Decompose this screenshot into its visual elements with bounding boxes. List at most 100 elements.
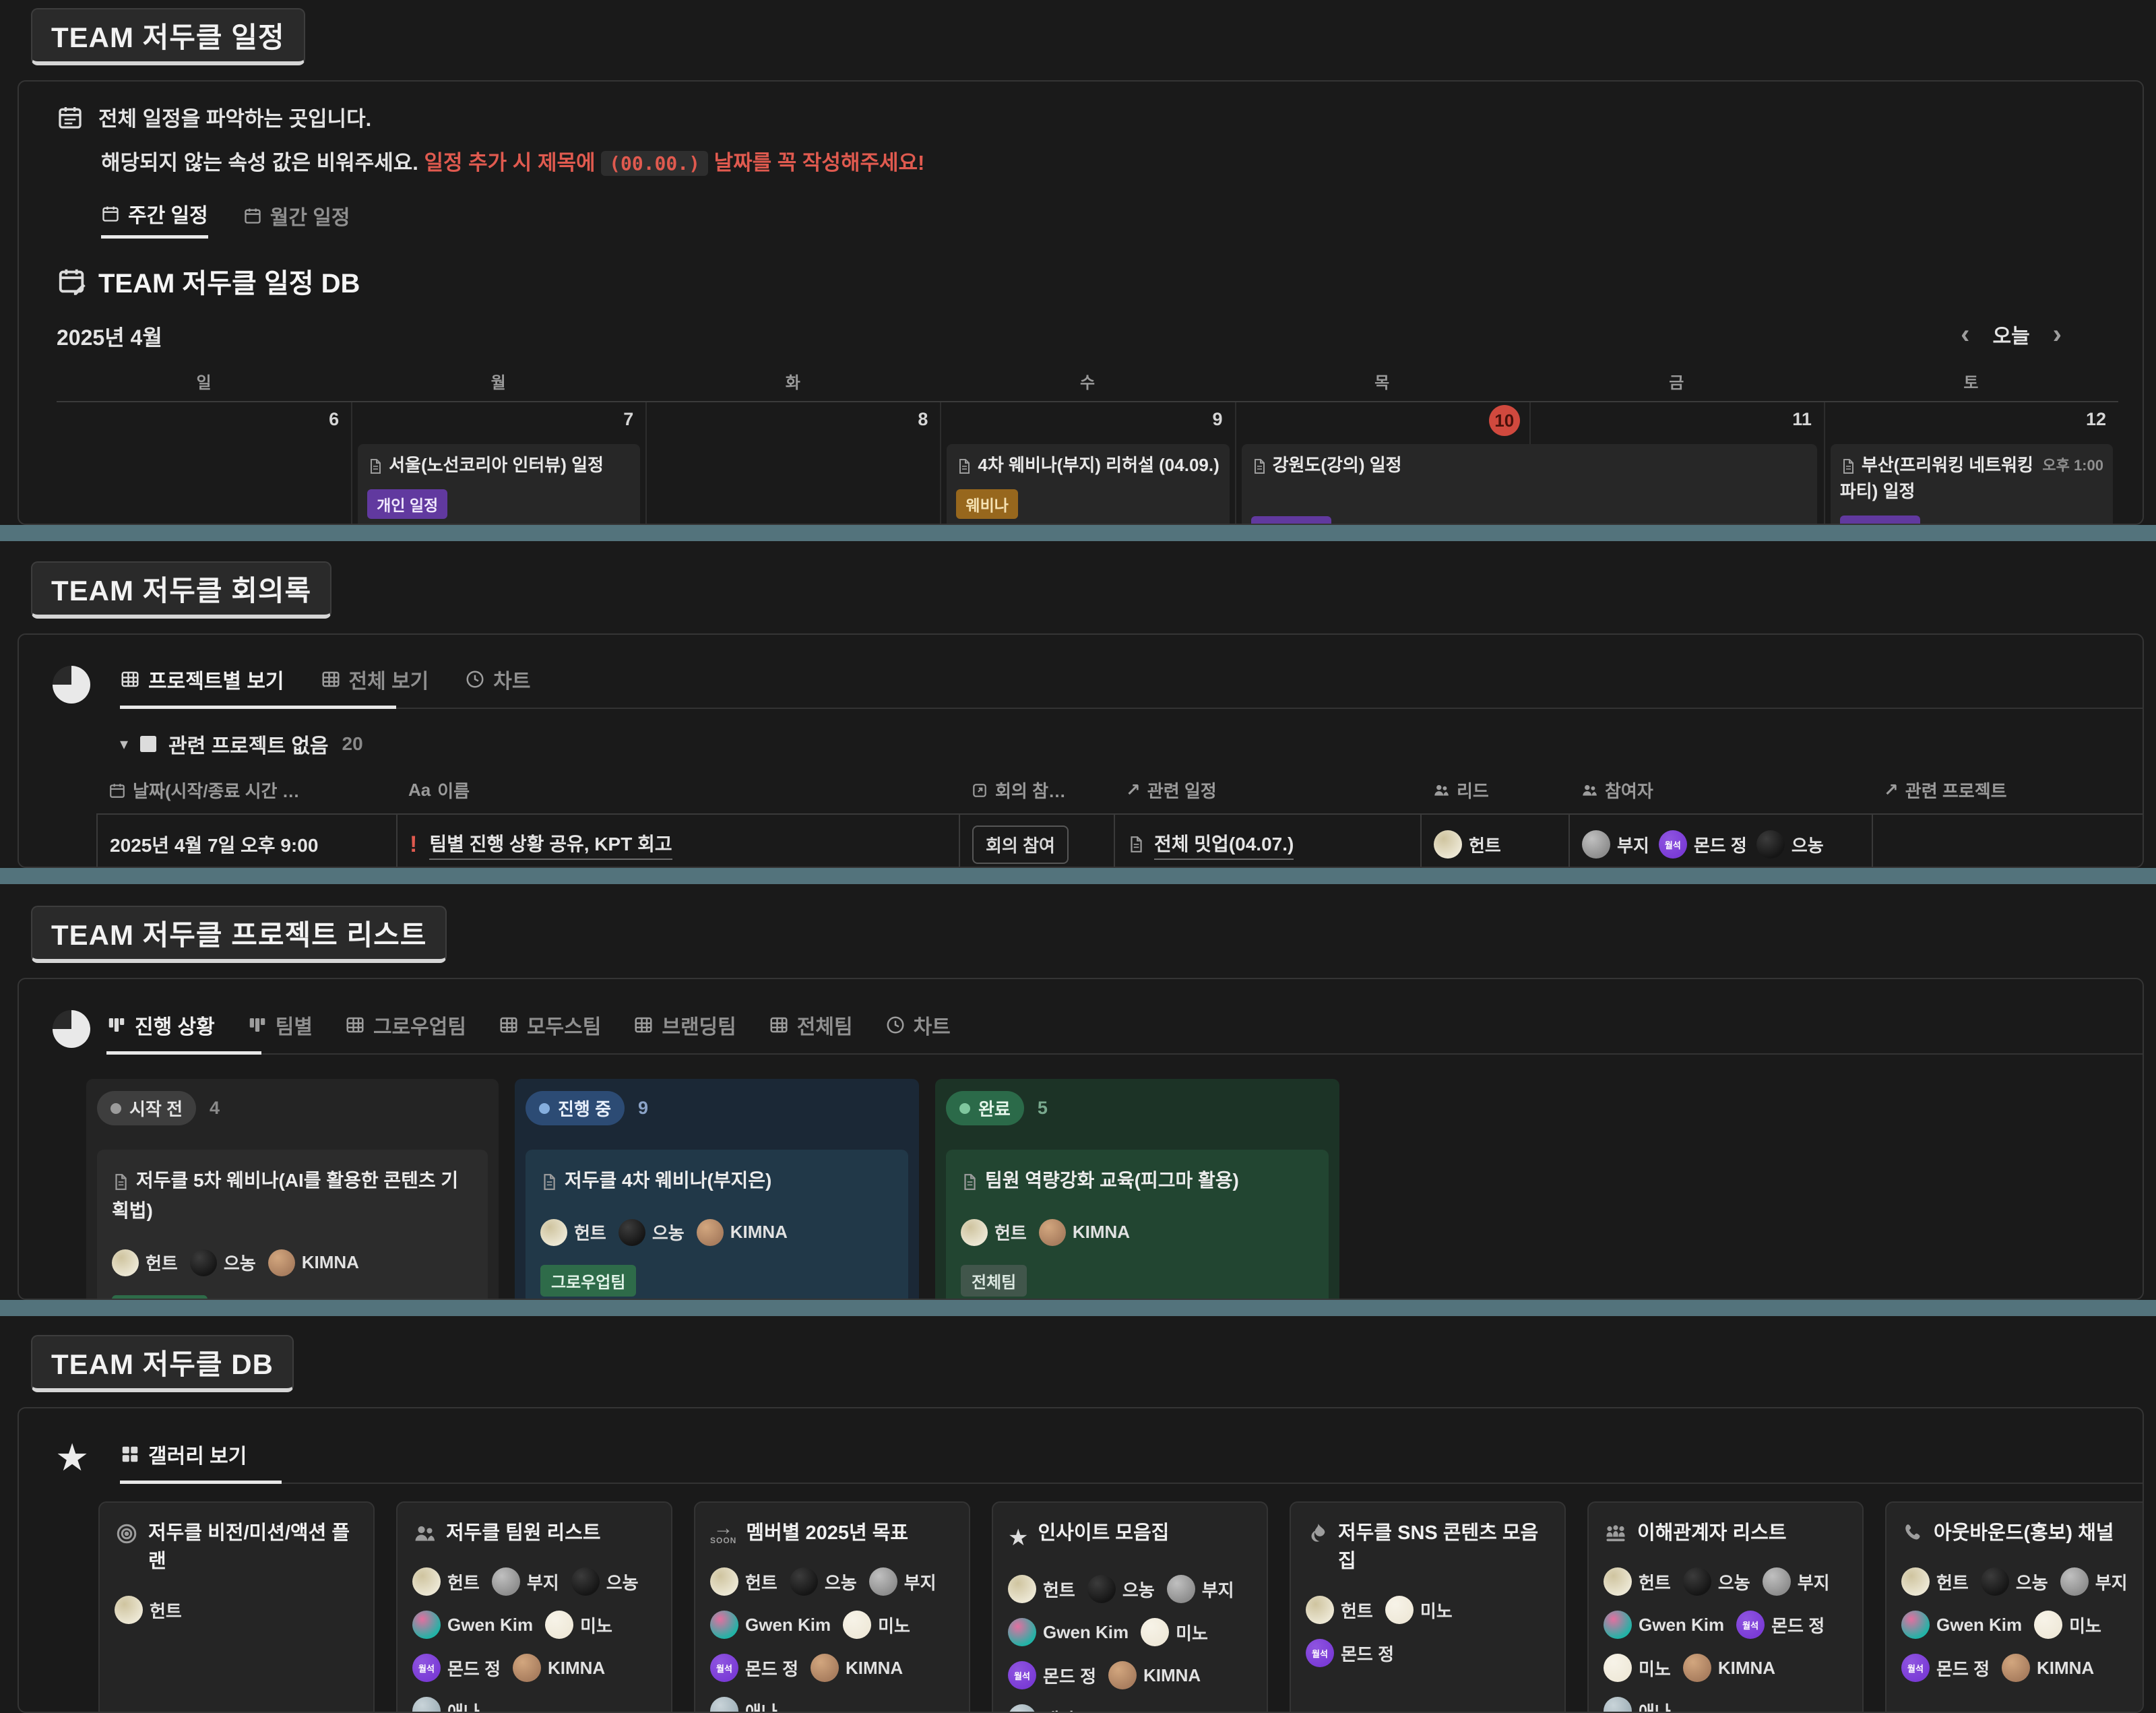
person-name: 부지 <box>904 1569 937 1594</box>
tab-growup-team[interactable]: 그로우업팀 <box>345 1010 466 1040</box>
column-header-related-project[interactable]: ↗ 관련 프로젝트 <box>1872 778 2143 803</box>
project-card[interactable]: 저두클 5차 웨비나(AI를 활용한 콘텐츠 기획법) 헌트으농KIMNA 그로… <box>97 1150 488 1300</box>
calendar-day-cell[interactable]: 7 서울(노선코리아 인터뷰) 일정 개인 일정 <box>351 402 645 525</box>
today-button[interactable]: 오늘 <box>1992 319 2029 349</box>
calendar-day-cell-today[interactable]: 10 강원도(강의) 일정 개인 일정 <box>1235 402 1529 525</box>
project-card[interactable]: 저두클 4차 웨비나(부지은) 헌트으농KIMNA 그로우업팀웨비나 <box>526 1150 908 1300</box>
tab-by-project[interactable]: 프로젝트별 보기 <box>120 664 284 694</box>
meeting-date: 2025년 4월 7일 오후 9:00 <box>110 831 318 858</box>
kanban-column-header[interactable]: 시작 전 4 <box>97 1091 488 1125</box>
calendar-day-cell[interactable]: 8 <box>645 402 940 525</box>
section-divider <box>0 868 2156 884</box>
avatar <box>710 1611 738 1639</box>
cell-participants[interactable]: 부지월석몬드 정으농 <box>1570 815 1873 868</box>
tab-label: 프로젝트별 보기 <box>148 664 284 694</box>
person-chip: 부지 <box>1582 830 1649 859</box>
person-chip: 월석몬드 정 <box>1736 1611 1825 1639</box>
schedule-db-title[interactable]: TEAM 저두클 일정 DB <box>98 261 360 301</box>
gallery-card[interactable]: 이해관계자 리스트 헌트으농부지Gwen Kim월석몬드 정미노KIMNA애나 <box>1587 1501 1864 1713</box>
tag-chip: 그로우업팀 <box>540 1265 636 1297</box>
avatar <box>190 1249 217 1276</box>
tab-monthly-schedule[interactable]: 월간 일정 <box>243 201 350 237</box>
kanban-board: 시작 전 4 저두클 5차 웨비나(AI를 활용한 콘텐츠 기획법) 헌트으농K… <box>86 1079 2143 1300</box>
cell-join[interactable]: 회의 참여 <box>960 815 1115 868</box>
column-header-join[interactable]: 회의 참… <box>959 778 1114 803</box>
tab-chart[interactable]: 차트 <box>465 664 530 694</box>
gallery-card[interactable]: ★ 인사이트 모음집 헌트으농부지Gwen Kim미노월석몬드 정KIMNA애나… <box>992 1501 1268 1713</box>
calendar-icon <box>101 204 120 223</box>
tab-modus-team[interactable]: 모두스팀 <box>499 1010 601 1040</box>
column-header-date[interactable]: 날짜(시작/종료 시간 … <box>96 778 396 803</box>
avatar <box>869 1567 897 1596</box>
person-chip: KIMNA <box>1108 1661 1201 1689</box>
next-month-icon[interactable]: › <box>2053 324 2062 344</box>
person-name: 몬드 정 <box>447 1656 501 1681</box>
column-header-related-schedule[interactable]: ↗ 관련 일정 <box>1114 778 1420 803</box>
calendar-day-cell[interactable]: 9 4차 웨비나(부지) 리허설 (04.09.) 웨비나 <box>940 402 1234 525</box>
person-name: 헌트 <box>1639 1569 1671 1594</box>
column-label: 참여자 <box>1605 778 1653 803</box>
tab-gallery-view[interactable]: 갤러리 보기 <box>120 1439 247 1469</box>
person-chip: 으농 <box>190 1249 256 1276</box>
tab-by-team[interactable]: 팀별 <box>247 1010 313 1040</box>
group-header[interactable]: ▾ 관련 프로젝트 없음 20 <box>120 729 2143 759</box>
tab-all[interactable]: 전체 보기 <box>321 664 429 694</box>
person-name: 으농 <box>1792 832 1824 857</box>
cell-lead[interactable]: 헌트 <box>1422 815 1570 868</box>
column-header-participants[interactable]: 참여자 <box>1568 778 1872 803</box>
person-name: 몬드 정 <box>1936 1656 1990 1681</box>
tab-all-team[interactable]: 전체팀 <box>769 1010 853 1040</box>
kanban-column-header[interactable]: 완료 5 <box>946 1091 1329 1125</box>
weekday: 수 <box>940 369 1234 393</box>
meeting-row[interactable]: 2025년 4월 7일 오후 9:00 ! 팀별 진행 상황 공유, KPT 회… <box>96 813 2143 868</box>
person-name: 헌트 <box>146 1250 178 1275</box>
project-card[interactable]: 팀원 역량강화 교육(피그마 활용) 헌트KIMNA 전체팀 <box>946 1150 1329 1300</box>
calendar-day-cell[interactable]: 6 <box>57 402 351 525</box>
cell-related-project[interactable] <box>1873 815 2143 868</box>
person-chip: 헌트 <box>961 1219 1027 1246</box>
tab-branding-team[interactable]: 브랜딩팀 <box>633 1010 736 1040</box>
avatar <box>1039 1219 1066 1246</box>
projects-section-title[interactable]: TEAM 저두클 프로젝트 리스트 <box>31 906 447 963</box>
avatar: 월석 <box>412 1654 441 1682</box>
db-section-title[interactable]: TEAM 저두클 DB <box>31 1335 294 1392</box>
person-name: 미노 <box>1639 1656 1671 1681</box>
column-header-name[interactable]: Aa 이름 <box>396 778 959 803</box>
meetings-section-title[interactable]: TEAM 저두클 회의록 <box>31 561 331 619</box>
column-header-lead[interactable]: 리드 <box>1420 778 1568 803</box>
gallery-card[interactable]: →SOON 멤버별 2025년 목표 헌트으농부지Gwen Kim미노월석몬드 … <box>694 1501 970 1713</box>
gallery-card[interactable]: 저두클 비전/미션/액션 플랜 헌트 <box>98 1501 375 1713</box>
calendar-event[interactable]: 서울(노선코리아 인터뷰) 일정 개인 일정 <box>358 444 640 525</box>
group-count: 20 <box>342 733 363 755</box>
schedule-section: TEAM 저두클 일정 전체 일정을 파악하는 곳입니다. 해당되지 않는 속성… <box>0 0 2156 525</box>
join-meeting-button[interactable]: 회의 참여 <box>972 826 1069 864</box>
kanban-column-header[interactable]: 진행 중 9 <box>526 1091 908 1125</box>
cell-name[interactable]: ! 팀별 진행 상황 공유, KPT 회고 <box>398 815 960 868</box>
db-view-tabs-row: 갤러리 보기 <box>120 1439 2143 1484</box>
person-chip: 월석몬드 정 <box>412 1654 501 1682</box>
person-chip: Gwen Kim <box>1604 1611 1724 1639</box>
calendar-event[interactable]: 강원도(강의) 일정 개인 일정 <box>1242 444 1817 525</box>
cell-date[interactable]: 2025년 4월 7일 오후 9:00 <box>98 815 398 868</box>
calendar-day-cell[interactable]: 12 오후 1:00 부산(프리워킹 네트워킹 파티) 일정 개인 일정 <box>1824 402 2118 525</box>
avatar <box>1434 830 1462 859</box>
prev-month-icon[interactable]: ‹ <box>1961 324 1969 344</box>
kanban-column-done: 완료 5 팀원 역량강화 교육(피그마 활용) 헌트KIMNA 전체팀 <box>935 1079 1339 1300</box>
card-title-row: 아웃바운드(홍보) 채널 <box>1901 1519 2144 1547</box>
column-label: 회의 참… <box>995 778 1066 803</box>
gallery-card[interactable]: 아웃바운드(홍보) 채널 헌트으농부지Gwen Kim미노월석몬드 정KIMNA <box>1885 1501 2144 1713</box>
tab-chart[interactable]: 차트 <box>885 1010 951 1040</box>
calendar-event[interactable]: 오후 1:00 부산(프리워킹 네트워킹 파티) 일정 개인 일정 <box>1831 444 2113 525</box>
meeting-name[interactable]: 팀별 진행 상황 공유, KPT 회고 <box>429 830 672 860</box>
gallery-card[interactable]: 저두클 SNS 콘텐츠 모음집 헌트미노월석몬드 정 <box>1290 1501 1566 1713</box>
person-chip: 헌트 <box>1306 1596 1373 1624</box>
collapse-triangle-icon[interactable]: ▾ <box>120 735 128 754</box>
cell-related-schedule[interactable]: 전체 밋업(04.07.) <box>1115 815 1422 868</box>
related-schedule-link[interactable]: 전체 밋업(04.07.) <box>1154 830 1294 860</box>
gallery-card[interactable]: 저두클 팀원 리스트 헌트부지으농Gwen Kim미노월석몬드 정KIMNA애나 <box>396 1501 672 1713</box>
tab-weekly-schedule[interactable]: 주간 일정 <box>101 199 208 239</box>
schedule-section-title[interactable]: TEAM 저두클 일정 <box>31 8 305 65</box>
tab-progress-board[interactable]: 진행 상황 <box>106 1010 215 1040</box>
calendar-event[interactable]: 4차 웨비나(부지) 리허설 (04.09.) 웨비나 <box>947 444 1229 525</box>
gallery-icon <box>120 1444 140 1464</box>
